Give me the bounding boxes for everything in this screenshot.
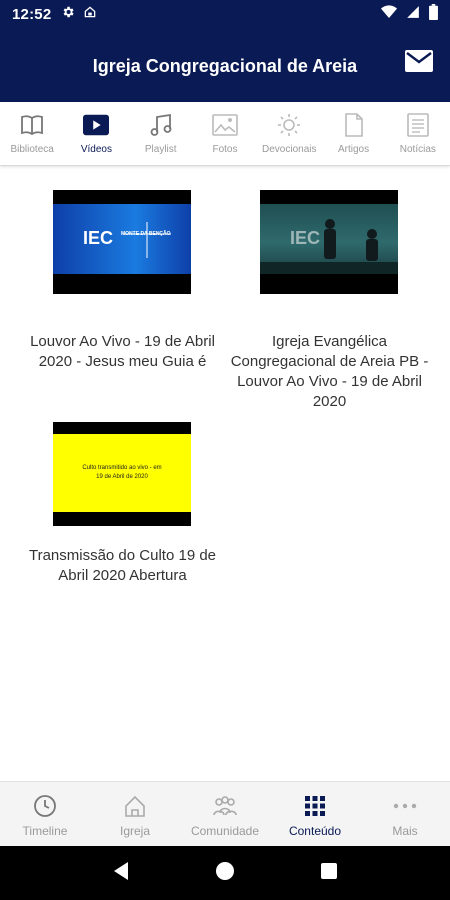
back-icon[interactable]	[112, 861, 130, 886]
home-status-icon	[83, 5, 97, 24]
tab-label: Notícias	[399, 144, 436, 155]
more-icon	[392, 794, 418, 818]
image-icon	[212, 112, 238, 138]
tab-biblioteca[interactable]: Biblioteca	[0, 102, 64, 165]
tab-artigos[interactable]: Artigos	[321, 102, 385, 165]
app-title: Igreja Congregacional de Areia	[92, 56, 358, 76]
tab-devocionais[interactable]: Devocionais	[257, 102, 321, 165]
tab-label: Devocionais	[262, 144, 317, 155]
play-icon	[83, 112, 110, 138]
tab-label: Artigos	[337, 144, 370, 155]
status-icons-left	[61, 5, 97, 24]
nav-label: Conteúdo	[288, 824, 342, 838]
video-thumbnail[interactable]: IEC	[260, 190, 398, 294]
clock-icon	[32, 794, 58, 818]
musicians-silhouette-icon	[260, 204, 398, 279]
signal-icon	[406, 5, 420, 24]
nav-label: Comunidade	[190, 824, 260, 838]
book-icon	[19, 112, 45, 138]
music-note-icon	[148, 112, 174, 138]
tab-label: Biblioteca	[10, 144, 54, 155]
status-icons-right	[381, 3, 438, 25]
tab-label: Playlist	[144, 144, 177, 155]
content-tabs: Biblioteca Vídeos Playlist Fotos Devocio…	[0, 102, 450, 166]
video-title[interactable]: Louvor Ao Vivo - 19 de Abril 2020 - Jesu…	[20, 332, 225, 372]
nav-label: Igreja	[119, 824, 151, 838]
video-title[interactable]: Igreja Evangélica Congregacional de Arei…	[227, 332, 432, 412]
nav-timeline[interactable]: Timeline	[0, 782, 90, 846]
tab-label: Vídeos	[80, 144, 112, 155]
bottom-navigation: Timeline Igreja Comunidade Conteúdo Mais	[0, 781, 450, 846]
nav-igreja[interactable]: Igreja	[90, 782, 180, 846]
sun-icon	[276, 112, 302, 138]
video-thumbnail[interactable]: Culto transmitido ao vivo - em 19 de Abr…	[53, 422, 191, 526]
grid-icon	[302, 794, 328, 818]
system-navigation-bar	[0, 846, 450, 900]
recents-icon[interactable]	[320, 862, 338, 885]
tab-playlist[interactable]: Playlist	[129, 102, 193, 165]
gear-icon	[61, 5, 75, 24]
nav-conteudo[interactable]: Conteúdo	[270, 782, 360, 846]
app-bar: Igreja Congregacional de Areia	[0, 28, 450, 102]
video-thumbnail[interactable]: IEC MONTE DA BENÇÃO	[53, 190, 191, 294]
thumb-caption: Culto transmitido ao vivo - em 19 de Abr…	[82, 465, 162, 480]
document-icon	[341, 112, 367, 138]
battery-icon	[429, 3, 438, 25]
nav-comunidade[interactable]: Comunidade	[180, 782, 270, 846]
tab-videos[interactable]: Vídeos	[64, 102, 128, 165]
status-time: 12:52	[12, 5, 52, 23]
nav-label: Mais	[392, 824, 418, 838]
video-title[interactable]: Transmissão do Culto 19 de Abril 2020 Ab…	[20, 546, 225, 586]
nav-mais[interactable]: Mais	[360, 782, 450, 846]
wifi-icon	[381, 4, 397, 24]
cross-icon	[53, 204, 191, 279]
tab-noticias[interactable]: Notícias	[386, 102, 450, 165]
mail-icon	[405, 49, 433, 77]
status-bar: 12:52	[0, 0, 450, 28]
mail-button[interactable]	[404, 49, 434, 77]
news-icon	[405, 112, 431, 138]
home-icon[interactable]	[215, 861, 235, 886]
tab-fotos[interactable]: Fotos	[193, 102, 257, 165]
app-screen: 12:52 Igreja Congregacional de Areia Bib…	[0, 0, 450, 900]
people-icon	[212, 794, 238, 818]
nav-label: Timeline	[22, 824, 68, 838]
church-icon	[122, 794, 148, 818]
tab-label: Fotos	[212, 144, 238, 155]
